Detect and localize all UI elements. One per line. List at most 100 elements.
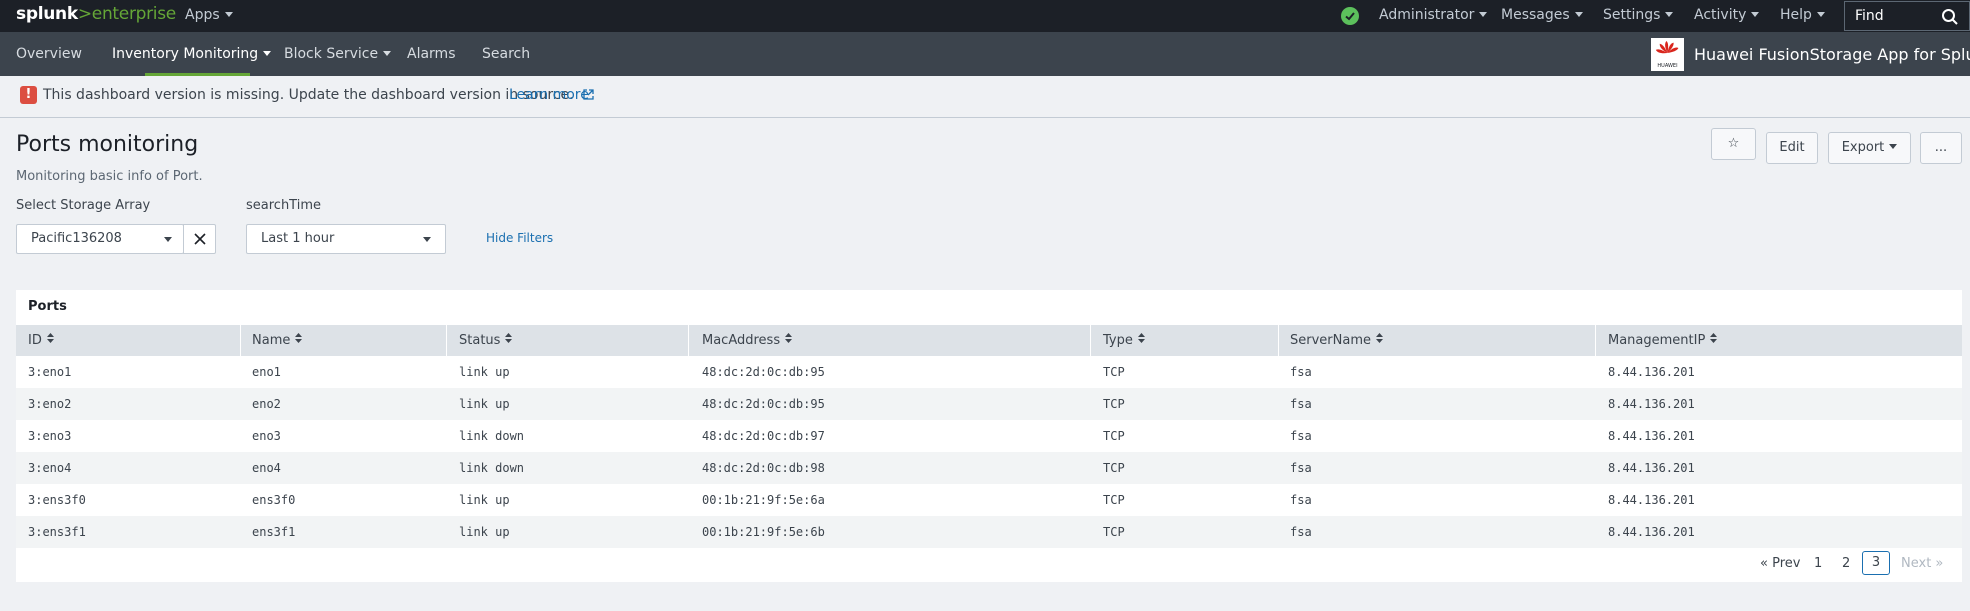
column-header-label: ManagementIP (1608, 333, 1706, 348)
table-cell-servername: fsa (1290, 365, 1312, 379)
table-cell-type: TCP (1103, 429, 1125, 443)
export-button[interactable]: Export (1828, 132, 1911, 164)
help-menu[interactable]: Help (1780, 7, 1825, 23)
sort-icon (1710, 332, 1718, 347)
page-description: Monitoring basic info of Port. (16, 169, 203, 184)
storage-array-select[interactable]: Pacific136208 (16, 224, 184, 254)
health-status-icon[interactable] (1341, 7, 1359, 25)
table-cell-macaddress: 48:dc:2d:0c:db:97 (702, 429, 825, 443)
error-icon: ! (20, 86, 37, 104)
column-header-type[interactable]: Type (1103, 333, 1145, 348)
table-cell-name: ens3f0 (252, 493, 296, 507)
table-cell-id: 3:eno4 (28, 461, 72, 475)
column-header-id[interactable]: ID (28, 333, 54, 348)
page-3-button[interactable]: 3 (1862, 551, 1890, 575)
column-header-label: MacAddress (702, 333, 781, 348)
hide-filters-link[interactable]: Hide Filters (486, 231, 553, 245)
page-2-button[interactable]: 2 (1842, 556, 1850, 571)
search-time-label: searchTime (246, 198, 321, 213)
table-cell-status: link up (459, 365, 510, 379)
column-header-macaddress[interactable]: MacAddress (702, 333, 793, 348)
administrator-menu[interactable]: Administrator (1379, 7, 1488, 23)
chevron-down-icon (1816, 11, 1825, 17)
chevron-down-icon (164, 237, 172, 242)
table-cell-macaddress: 00:1b:21:9f:5e:6a (702, 493, 825, 507)
find-input[interactable]: Find (1844, 1, 1970, 31)
external-link-icon[interactable] (583, 89, 594, 100)
table-cell-managementip: 8.44.136.201 (1608, 461, 1695, 475)
star-icon: ☆ (1727, 136, 1740, 151)
search-time-picker[interactable]: Last 1 hour (246, 224, 446, 254)
chevron-down-icon (1574, 11, 1583, 17)
column-divider (1278, 325, 1279, 356)
tab-overview[interactable]: Overview (16, 46, 82, 62)
table-cell-id: 3:eno1 (28, 365, 72, 379)
chevron-down-icon (224, 11, 233, 17)
activity-menu[interactable]: Activity (1694, 7, 1760, 23)
clear-selection-button[interactable] (183, 224, 216, 254)
table-cell-name: ens3f1 (252, 525, 296, 539)
page-1-button[interactable]: 1 (1814, 556, 1822, 571)
chevron-down-icon (263, 50, 272, 56)
tab-alarms[interactable]: Alarms (407, 46, 456, 62)
table-cell-servername: fsa (1290, 429, 1312, 443)
splunk-logo[interactable]: splunk>enterprise (16, 4, 176, 24)
table-cell-status: link up (459, 525, 510, 539)
tab-inventory-monitoring[interactable]: Inventory Monitoring (112, 46, 272, 62)
table-cell-type: TCP (1103, 365, 1125, 379)
table-cell-managementip: 8.44.136.201 (1608, 365, 1695, 379)
table-cell-id: 3:ens3f0 (28, 493, 86, 507)
edit-button[interactable]: Edit (1766, 132, 1818, 164)
column-header-servername[interactable]: ServerName (1290, 333, 1383, 348)
column-header-label: Status (459, 333, 501, 348)
table-cell-status: link down (459, 429, 525, 443)
table-cell-servername: fsa (1290, 397, 1312, 411)
favorite-button[interactable]: ☆ (1711, 128, 1756, 160)
sort-icon (505, 332, 513, 347)
column-header-name[interactable]: Name (252, 332, 303, 348)
table-cell-status: link up (459, 493, 510, 507)
panel-title: Ports (28, 299, 67, 314)
table-cell-status: link up (459, 397, 510, 411)
table-cell-type: TCP (1103, 461, 1125, 475)
message-text: This dashboard version is missing. Updat… (43, 87, 574, 103)
chevron-down-icon (1665, 11, 1674, 17)
table-cell-servername: fsa (1290, 493, 1312, 507)
next-page-button[interactable]: Next » (1901, 556, 1943, 571)
table-cell-type: TCP (1103, 525, 1125, 539)
prev-page-button[interactable]: « Prev (1760, 556, 1800, 571)
messages-menu[interactable]: Messages (1501, 7, 1583, 23)
column-header-label: Type (1103, 333, 1133, 348)
close-icon (194, 233, 206, 245)
column-header-status[interactable]: Status (459, 332, 513, 348)
learn-more-link[interactable]: Learn more (509, 87, 589, 103)
tab-search[interactable]: Search (482, 46, 530, 62)
apps-menu[interactable]: Apps (185, 7, 233, 23)
column-header-label: ID (28, 333, 42, 348)
app-title: Huawei FusionStorage App for Splunk (1694, 45, 1970, 64)
page-title: Ports monitoring (16, 132, 199, 157)
table-cell-name: eno4 (252, 461, 281, 475)
table-cell-status: link down (459, 461, 525, 475)
column-header-label: Name (252, 333, 291, 348)
table-cell-id: 3:eno2 (28, 397, 72, 411)
table-cell-id: 3:ens3f1 (28, 525, 86, 539)
tab-block-service[interactable]: Block Service (284, 46, 392, 62)
chevron-down-icon (423, 237, 431, 242)
sort-icon (46, 332, 54, 347)
table-cell-name: eno1 (252, 365, 281, 379)
settings-menu[interactable]: Settings (1603, 7, 1674, 23)
table-cell-name: eno2 (252, 397, 281, 411)
column-divider (446, 325, 447, 356)
table-cell-managementip: 8.44.136.201 (1608, 525, 1695, 539)
column-divider (1595, 325, 1596, 356)
storage-array-label: Select Storage Array (16, 198, 151, 213)
table-cell-managementip: 8.44.136.201 (1608, 397, 1695, 411)
table-cell-macaddress: 48:dc:2d:0c:db:98 (702, 461, 825, 475)
more-actions-button[interactable]: ... (1920, 132, 1962, 164)
column-header-managementip[interactable]: ManagementIP (1608, 332, 1718, 348)
chevron-down-icon (1889, 144, 1898, 149)
sort-icon (295, 332, 303, 347)
table-cell-managementip: 8.44.136.201 (1608, 493, 1695, 507)
huawei-logo: HUAWEI (1651, 38, 1684, 71)
